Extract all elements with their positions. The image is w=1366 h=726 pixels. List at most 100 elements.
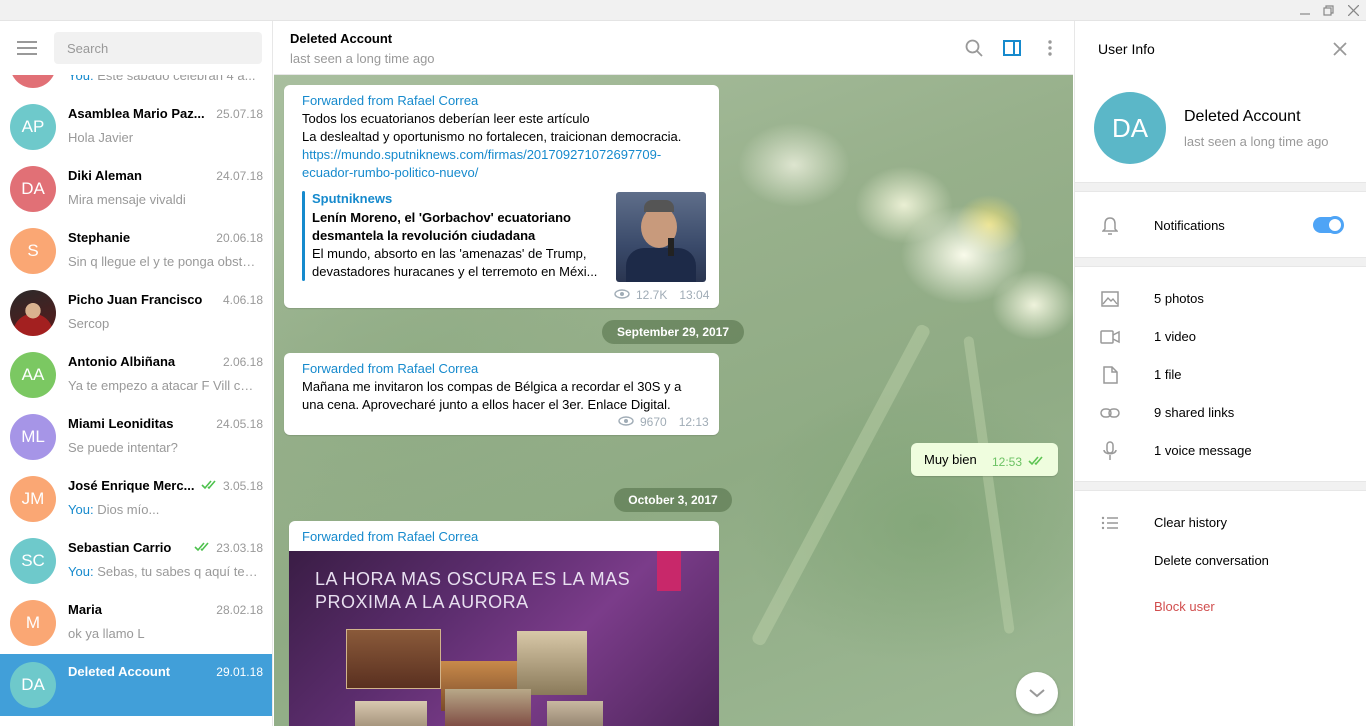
chat-preview-text: Sercop bbox=[68, 316, 110, 331]
link-icon bbox=[1099, 403, 1121, 423]
close-info-button[interactable] bbox=[1328, 38, 1352, 62]
chat-date-text: 28.02.18 bbox=[216, 603, 263, 617]
forwarded-from-label[interactable]: Forwarded from Rafael Correa bbox=[302, 93, 478, 108]
chat-name: Miami Leoniditas bbox=[68, 416, 174, 431]
conversation-status: last seen a long time ago bbox=[290, 51, 435, 66]
chat-date: 28.02.18 bbox=[216, 603, 263, 617]
chat-name: José Enrique Merc... bbox=[68, 478, 195, 493]
chat-list-item[interactable]: Picho Juan Francisco 4.06.18 Sercop bbox=[0, 282, 272, 344]
chat-list-item[interactable]: DA Deleted Account 29.01.18 bbox=[0, 654, 272, 716]
message-link[interactable]: https://mundo.sputniknews.com/firmas/201… bbox=[302, 146, 661, 164]
avatar[interactable] bbox=[10, 290, 56, 336]
minimize-icon[interactable] bbox=[1294, 0, 1316, 21]
message-link[interactable]: ecuador-rumbo-politico-nuevo/ bbox=[302, 164, 478, 182]
message-bubble[interactable]: Forwarded from Rafael Correa Todos los e… bbox=[284, 85, 719, 308]
link-preview-site: Sputniknews bbox=[312, 191, 393, 206]
shared-files-row[interactable]: 1 file bbox=[1075, 356, 1366, 394]
chat-name: Maria bbox=[68, 602, 102, 617]
chat-list-item[interactable]: AP Asamblea Mario Paz... 25.07.18 Hola Javi… bbox=[0, 96, 272, 158]
message-text: Todos los ecuatorianos deberían leer est… bbox=[302, 111, 590, 126]
block-user-button[interactable]: Block user bbox=[1075, 588, 1366, 626]
link-preview-description: El mundo, absorto en las 'amenazas' de T… bbox=[312, 246, 587, 261]
chat-date-text: 24.05.18 bbox=[216, 417, 263, 431]
avatar[interactable]: DA bbox=[10, 662, 56, 708]
avatar[interactable]: SC bbox=[10, 538, 56, 584]
link-preview-thumbnail[interactable] bbox=[616, 192, 706, 282]
conversation-title[interactable]: Deleted Account bbox=[290, 31, 392, 46]
message-photo[interactable]: LA HORA MAS OSCURA ES LA MAS PROXIMA A L… bbox=[289, 551, 719, 726]
more-options-icon[interactable] bbox=[1038, 36, 1062, 60]
message-text: una cena. Aprovecharé junto a ellos hace… bbox=[302, 397, 671, 412]
chat-preview-text: Ya te empezo a atacar F Vill con... bbox=[68, 378, 258, 393]
media-label: 1 file bbox=[1154, 367, 1182, 382]
chat-preview: Sin q llegue el y te ponga obstá... bbox=[68, 254, 258, 269]
avatar[interactable]: JM bbox=[10, 476, 56, 522]
double-check-icon bbox=[194, 541, 212, 555]
link-preview-title: desmantela la revolución ciudadana bbox=[312, 228, 536, 243]
chat-list-pane: P2Presi New 214.08.18You: Este sábado ce… bbox=[0, 21, 273, 726]
close-icon bbox=[1333, 41, 1347, 59]
outgoing-message-bubble[interactable]: Muy bien 12:53 bbox=[911, 443, 1058, 476]
chat-list-item[interactable]: JM José Enrique Merc... 3.05.18 You: Dios m… bbox=[0, 468, 272, 530]
chat-list-item[interactable]: SC Sebastian Carrio 23.03.18 You: Sebas, tu… bbox=[0, 530, 272, 592]
user-info-title: User Info bbox=[1098, 41, 1155, 57]
hamburger-menu-icon[interactable] bbox=[14, 38, 40, 58]
forwarded-from-label[interactable]: Forwarded from Rafael Correa bbox=[302, 361, 478, 376]
avatar[interactable]: M bbox=[10, 600, 56, 646]
avatar[interactable]: ML bbox=[10, 414, 56, 460]
date-separator: October 3, 2017 bbox=[614, 488, 732, 512]
chat-date: 23.03.18 bbox=[194, 541, 263, 555]
message-bubble[interactable]: Forwarded from Rafael Correa Mañana me i… bbox=[284, 353, 719, 435]
chat-preview-text: Mira mensaje vivaldi bbox=[68, 192, 186, 207]
chat-date-text: 24.07.18 bbox=[216, 169, 263, 183]
delete-conversation-button[interactable]: Delete conversation bbox=[1075, 542, 1366, 580]
chat-preview-text: ok ya llamo L bbox=[68, 626, 145, 641]
shared-voice-row[interactable]: 1 voice message bbox=[1075, 432, 1366, 470]
avatar[interactable]: S bbox=[10, 228, 56, 274]
notifications-toggle[interactable] bbox=[1313, 216, 1344, 234]
chat-preview-text: Hola Javier bbox=[68, 130, 134, 145]
photo-icon bbox=[1099, 289, 1121, 309]
avatar[interactable]: DA bbox=[1094, 92, 1166, 164]
chat-date: 4.06.18 bbox=[223, 293, 263, 307]
avatar[interactable]: DA bbox=[10, 166, 56, 212]
avatar[interactable]: AP bbox=[10, 104, 56, 150]
link-preview-title: Lenín Moreno, el 'Gorbachov' ecuatoriano bbox=[312, 210, 571, 225]
chat-list-item[interactable]: S Stephanie 20.06.18 Sin q llegue el y te p… bbox=[0, 220, 272, 282]
shared-photos-row[interactable]: 5 photos bbox=[1075, 280, 1366, 318]
chevron-down-icon bbox=[1028, 686, 1046, 701]
message-time: 12:53 bbox=[992, 455, 1023, 469]
delete-conversation-label: Delete conversation bbox=[1154, 553, 1269, 568]
avatar[interactable]: AA bbox=[10, 352, 56, 398]
close-icon[interactable] bbox=[1342, 0, 1364, 21]
wallpaper-stem bbox=[963, 335, 1015, 635]
search-icon[interactable] bbox=[962, 36, 986, 60]
chat-list-item[interactable]: AA Antonio Albiñana 2.06.18 Ya te empezo a … bbox=[0, 344, 272, 406]
search-input[interactable] bbox=[54, 32, 262, 64]
forwarded-from-label[interactable]: Forwarded from Rafael Correa bbox=[302, 529, 478, 544]
video-icon bbox=[1099, 327, 1121, 347]
clear-history-button[interactable]: Clear history bbox=[1075, 504, 1366, 542]
chat-name: Stephanie bbox=[68, 230, 131, 245]
chat-name: Antonio Albiñana bbox=[68, 354, 176, 369]
sidebar-toggle-icon[interactable] bbox=[1000, 36, 1024, 60]
notifications-row[interactable]: Notifications bbox=[1075, 207, 1366, 245]
maximize-icon[interactable] bbox=[1318, 0, 1340, 21]
list-icon bbox=[1099, 513, 1121, 533]
media-label: 1 video bbox=[1154, 329, 1196, 344]
views-eye-icon bbox=[614, 288, 630, 302]
scroll-down-button[interactable] bbox=[1016, 672, 1058, 714]
chat-name: Deleted Account bbox=[68, 664, 171, 679]
message-bubble[interactable]: Forwarded from Rafael Correa LA HORA MAS… bbox=[289, 521, 719, 726]
chat-preview: ok ya llamo L bbox=[68, 626, 258, 641]
chat-list-item[interactable]: DA Diki Aleman 24.07.18 Mira mensaje vivald… bbox=[0, 158, 272, 220]
chat-name: Diki Aleman bbox=[68, 168, 142, 183]
shared-links-row[interactable]: 9 shared links bbox=[1075, 394, 1366, 432]
section-divider bbox=[1075, 481, 1366, 491]
shared-videos-row[interactable]: 1 video bbox=[1075, 318, 1366, 356]
chat-date: 24.05.18 bbox=[216, 417, 263, 431]
chat-list-item[interactable]: M Maria 28.02.18 ok ya llamo L bbox=[0, 592, 272, 654]
message-meta: 12:53 bbox=[992, 455, 1046, 469]
chat-list-item[interactable]: ML Miami Leoniditas 24.05.18 Se puede inten… bbox=[0, 406, 272, 468]
you-prefix: You: bbox=[68, 502, 94, 517]
